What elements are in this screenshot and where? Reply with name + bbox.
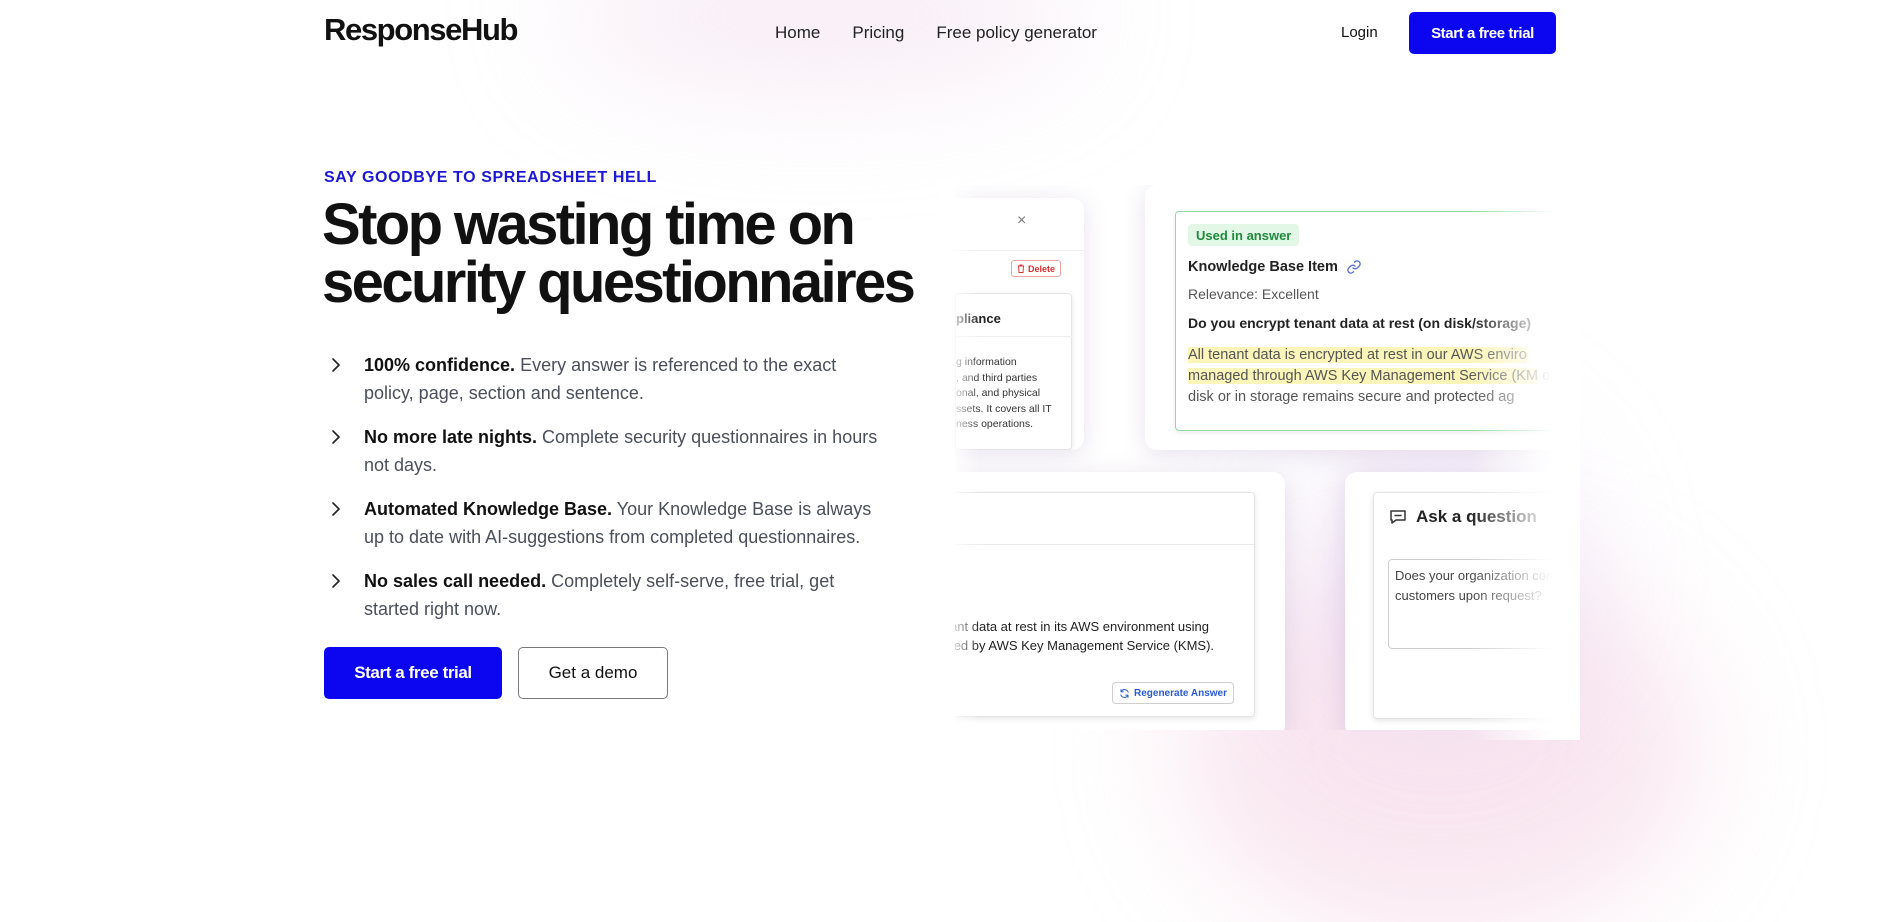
regenerate-label: Regenerate Answer <box>1134 687 1227 699</box>
policy-section: pliance g information , and third partie… <box>955 293 1073 450</box>
feature-title: Automated Knowledge Base. <box>364 499 613 519</box>
refresh-icon <box>1120 688 1129 698</box>
ask-question-heading: Ask a question <box>1388 507 1537 527</box>
ask-question-panel: Ask a question Does your organization co… <box>1373 492 1555 719</box>
divider <box>955 544 1256 545</box>
hero-eyebrow: SAY GOODBYE TO SPREADSHEET HELL <box>324 169 658 186</box>
feature-list: 100% confidence. Every answer is referen… <box>324 351 884 639</box>
nav-link-policy-generator[interactable]: Free policy generator <box>936 23 1097 43</box>
chevron-right-icon <box>332 358 340 372</box>
answer-highlight: All tenant data is encrypted at rest in … <box>1188 347 1539 384</box>
feature-title: No more late nights. <box>364 427 538 447</box>
logo[interactable]: ResponseHub <box>324 12 518 48</box>
trash-icon <box>1018 264 1024 273</box>
nav-link-pricing[interactable]: Pricing <box>852 23 904 43</box>
ask-question-card: Ask a question Does your organization co… <box>1345 472 1555 730</box>
knowledge-base-card: Used in answer Knowledge Base Item Relev… <box>1145 185 1555 450</box>
start-trial-button[interactable]: Start a free trial <box>324 647 502 699</box>
feature-title: 100% confidence. <box>364 355 516 375</box>
kb-answer: All tenant data is encrypted at rest in … <box>1188 345 1555 408</box>
divider <box>955 250 1084 251</box>
feature-item: 100% confidence. Every answer is referen… <box>324 351 884 423</box>
top-nav: ResponseHub Home Pricing Free policy gen… <box>0 0 1881 66</box>
chevron-right-icon <box>332 574 340 588</box>
policy-section-text: g information , and third parties onal, … <box>956 356 1052 430</box>
delete-label: Delete <box>1028 263 1056 274</box>
delete-button[interactable]: Delete <box>1011 260 1062 277</box>
kb-item-title: Knowledge Base Item <box>1188 259 1362 275</box>
feature-item: No more late nights. Complete security q… <box>324 423 884 495</box>
answer-text: tenant data at rest in its AWS environme… <box>955 619 1215 653</box>
policy-card: × Delete pliance g information , and thi… <box>955 198 1084 450</box>
nav-links: Home Pricing Free policy generator <box>775 23 1097 43</box>
used-in-answer-badge: Used in answer <box>1188 224 1300 246</box>
nav-link-home[interactable]: Home <box>775 23 820 43</box>
login-link[interactable]: Login <box>1341 24 1378 41</box>
close-icon[interactable]: × <box>1017 212 1026 230</box>
link-icon[interactable] <box>1346 259 1362 275</box>
generated-answer: tenant data at rest in its AWS environme… <box>955 492 1256 717</box>
hero-headline: Stop wasting time on security questionna… <box>322 192 916 315</box>
kb-question: Do you encrypt tenant data at rest (on d… <box>1188 315 1532 331</box>
chevron-right-icon <box>332 502 340 516</box>
policy-section-title: pliance <box>956 311 1001 326</box>
get-demo-button[interactable]: Get a demo <box>518 647 668 699</box>
answer-card: tenant data at rest in its AWS environme… <box>955 472 1285 730</box>
regenerate-answer-button[interactable]: Regenerate Answer <box>1112 682 1234 704</box>
product-preview: × Delete pliance g information , and thi… <box>955 185 1555 730</box>
divider <box>956 336 1073 337</box>
chevron-right-icon <box>332 430 340 444</box>
feature-item: Automated Knowledge Base. Your Knowledge… <box>324 495 884 567</box>
nav-start-trial-button[interactable]: Start a free trial <box>1409 12 1556 54</box>
kb-item-title-text: Knowledge Base Item <box>1188 259 1338 275</box>
feature-item: No sales call needed. Completely self-se… <box>324 567 884 639</box>
relevance-label: Relevance: Excellent <box>1188 286 1319 302</box>
chat-icon <box>1390 510 1406 524</box>
knowledge-base-item: Used in answer Knowledge Base Item Relev… <box>1175 211 1555 431</box>
question-input[interactable]: Does your organization condu with custom… <box>1388 559 1555 649</box>
feature-title: No sales call needed. <box>364 571 547 591</box>
ask-question-title: Ask a question <box>1416 507 1537 526</box>
